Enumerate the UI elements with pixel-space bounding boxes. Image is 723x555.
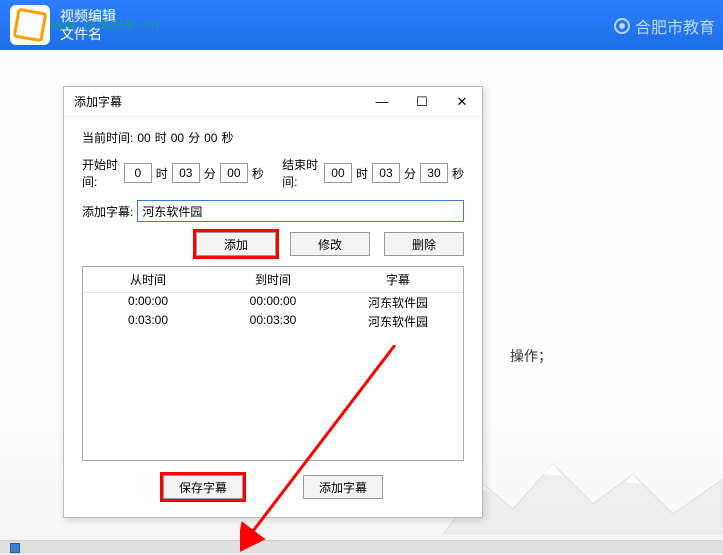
end-sec-input[interactable] <box>420 163 448 183</box>
list-row[interactable]: 0:03:00 00:03:30 河东软件园 <box>83 312 463 331</box>
time-range-row: 开始时间: 时 分 秒 结束时间: 时 分 秒 <box>82 156 464 190</box>
app-logo <box>10 5 50 45</box>
col-from-header: 从时间 <box>83 271 213 288</box>
progress-bar[interactable] <box>0 540 723 554</box>
add-subtitle-button[interactable]: 添加字幕 <box>303 475 383 499</box>
col-sub-header: 字幕 <box>333 271 463 288</box>
modify-button[interactable]: 修改 <box>290 232 370 256</box>
main-area: 操作； 添加字幕 — ☐ ✕ 当前时间: 00时 00分 00秒 开始时间: 时… <box>0 50 723 554</box>
subtitle-dialog: 添加字幕 — ☐ ✕ 当前时间: 00时 00分 00秒 开始时间: 时 分 秒 <box>63 86 483 518</box>
mountain-decoration <box>443 454 723 534</box>
list-row[interactable]: 0:00:00 00:00:00 河东软件园 <box>83 293 463 312</box>
maximize-button[interactable]: ☐ <box>402 87 442 117</box>
save-subtitle-button[interactable]: 保存字幕 <box>163 475 243 499</box>
current-time-row: 当前时间: 00时 00分 00秒 <box>82 129 464 146</box>
subtitle-input-row: 添加字幕: <box>82 200 464 222</box>
start-min-input[interactable] <box>172 163 200 183</box>
header-filename: 文件名 <box>60 25 116 43</box>
minimize-button[interactable]: — <box>362 87 402 117</box>
subtitle-text-input[interactable] <box>137 200 464 222</box>
end-min-input[interactable] <box>372 163 400 183</box>
start-sec-input[interactable] <box>220 163 248 183</box>
list-header: 从时间 到时间 字幕 <box>83 267 463 293</box>
end-hour-input[interactable] <box>324 163 352 183</box>
progress-thumb[interactable] <box>10 543 20 553</box>
brand-right: 合肥市教育 <box>613 14 715 38</box>
start-hour-input[interactable] <box>124 163 152 183</box>
top-header: 视频编辑 文件名 www.pc0359.cn 合肥市教育 <box>0 0 723 50</box>
dialog-title: 添加字幕 <box>74 93 362 110</box>
subtitle-list[interactable]: 从时间 到时间 字幕 0:00:00 00:00:00 河东软件园 0:03:0… <box>82 266 464 461</box>
add-button[interactable]: 添加 <box>196 232 276 256</box>
delete-button[interactable]: 删除 <box>384 232 464 256</box>
side-text: 操作； <box>510 346 552 366</box>
col-to-header: 到时间 <box>213 271 333 288</box>
dialog-titlebar: 添加字幕 — ☐ ✕ <box>64 87 482 117</box>
close-button[interactable]: ✕ <box>442 87 482 117</box>
header-title: 视频编辑 <box>60 7 116 25</box>
